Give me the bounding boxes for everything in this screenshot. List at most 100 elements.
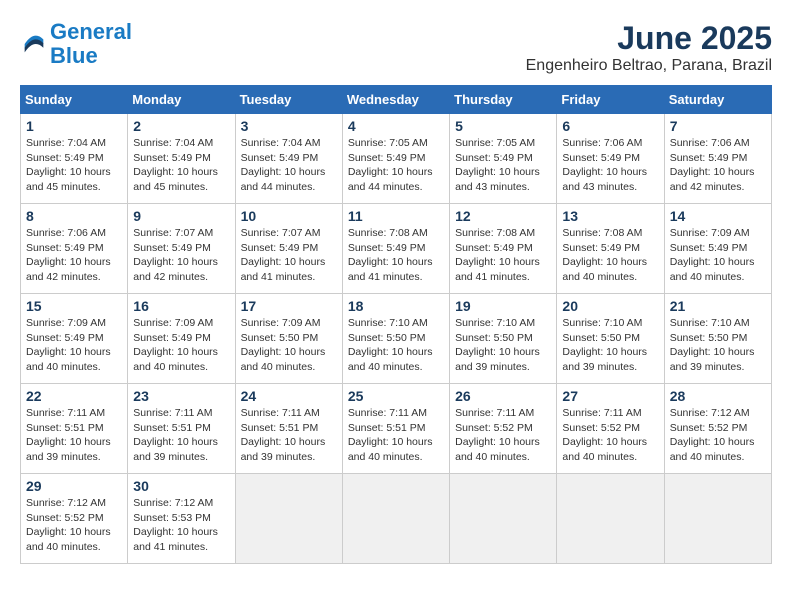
day-info: Sunrise: 7:11 AMSunset: 5:52 PMDaylight:… (455, 406, 551, 465)
calendar-day-cell: 4 Sunrise: 7:05 AMSunset: 5:49 PMDaylight… (342, 114, 449, 204)
month-title: June 2025 (526, 20, 772, 57)
calendar-header-row: SundayMondayTuesdayWednesdayThursdayFrid… (21, 86, 772, 114)
day-number: 15 (26, 298, 122, 314)
calendar-day-cell: 30 Sunrise: 7:12 AMSunset: 5:53 PMDayligh… (128, 474, 235, 564)
calendar-day-cell (235, 474, 342, 564)
day-number: 30 (133, 478, 229, 494)
title-block: June 2025 Engenheiro Beltrao, Parana, Br… (526, 20, 772, 75)
calendar-day-cell: 20Sunrise: 7:10 AMSunset: 5:50 PMDayligh… (557, 294, 664, 384)
weekday-header: Monday (128, 86, 235, 114)
calendar-day-cell: 17 Sunrise: 7:09 AMSunset: 5:50 PMDayligh… (235, 294, 342, 384)
calendar-day-cell: 5 Sunrise: 7:05 AMSunset: 5:49 PMDaylight… (450, 114, 557, 204)
calendar-day-cell (342, 474, 449, 564)
day-info: Sunrise: 7:12 AMSunset: 5:53 PMDaylight:… (133, 496, 229, 555)
day-number: 27 (562, 388, 658, 404)
day-info: Sunrise: 7:08 AMSunset: 5:49 PMDaylight:… (562, 226, 658, 285)
day-info: Sunrise: 7:10 AMSunset: 5:50 PMDaylight:… (562, 316, 658, 375)
calendar-day-cell: 10 Sunrise: 7:07 AMSunset: 5:49 PMDayligh… (235, 204, 342, 294)
calendar-table: SundayMondayTuesdayWednesdayThursdayFrid… (20, 85, 772, 564)
calendar-day-cell: 25 Sunrise: 7:11 AMSunset: 5:51 PMDayligh… (342, 384, 449, 474)
day-number: 14 (670, 208, 766, 224)
day-info: Sunrise: 7:04 AMSunset: 5:49 PMDaylight:… (26, 136, 122, 195)
day-info: Sunrise: 7:11 AMSunset: 5:51 PMDaylight:… (26, 406, 122, 465)
day-info: Sunrise: 7:07 AMSunset: 5:49 PMDaylight:… (133, 226, 229, 285)
day-number: 9 (133, 208, 229, 224)
weekday-header: Tuesday (235, 86, 342, 114)
day-number: 23 (133, 388, 229, 404)
day-number: 7 (670, 118, 766, 134)
calendar-day-cell (664, 474, 771, 564)
calendar-day-cell: 18Sunrise: 7:10 AMSunset: 5:50 PMDayligh… (342, 294, 449, 384)
day-info: Sunrise: 7:07 AMSunset: 5:49 PMDaylight:… (241, 226, 337, 285)
calendar-day-cell: 21 Sunrise: 7:10 AMSunset: 5:50 PMDayligh… (664, 294, 771, 384)
day-number: 12 (455, 208, 551, 224)
weekday-header: Saturday (664, 86, 771, 114)
day-number: 19 (455, 298, 551, 314)
day-number: 3 (241, 118, 337, 134)
day-info: Sunrise: 7:11 AMSunset: 5:51 PMDaylight:… (241, 406, 337, 465)
logo-icon (20, 30, 48, 58)
calendar-week-row: 29Sunrise: 7:12 AMSunset: 5:52 PMDayligh… (21, 474, 772, 564)
day-number: 28 (670, 388, 766, 404)
day-number: 5 (455, 118, 551, 134)
day-number: 25 (348, 388, 444, 404)
day-number: 21 (670, 298, 766, 314)
location-title: Engenheiro Beltrao, Parana, Brazil (526, 57, 772, 75)
calendar-day-cell: 12 Sunrise: 7:08 AMSunset: 5:49 PMDayligh… (450, 204, 557, 294)
calendar-day-cell: 26 Sunrise: 7:11 AMSunset: 5:52 PMDayligh… (450, 384, 557, 474)
day-info: Sunrise: 7:11 AMSunset: 5:52 PMDaylight:… (562, 406, 658, 465)
day-number: 17 (241, 298, 337, 314)
calendar-day-cell: 19Sunrise: 7:10 AMSunset: 5:50 PMDayligh… (450, 294, 557, 384)
day-info: Sunrise: 7:12 AMSunset: 5:52 PMDaylight:… (26, 496, 122, 555)
day-number: 10 (241, 208, 337, 224)
day-info: Sunrise: 7:12 AMSunset: 5:52 PMDaylight:… (670, 406, 766, 465)
day-number: 2 (133, 118, 229, 134)
calendar-day-cell: 22 Sunrise: 7:11 AMSunset: 5:51 PMDayligh… (21, 384, 128, 474)
calendar-day-cell: 8 Sunrise: 7:06 AMSunset: 5:49 PMDaylight… (21, 204, 128, 294)
weekday-header: Friday (557, 86, 664, 114)
calendar-day-cell: 15 Sunrise: 7:09 AMSunset: 5:49 PMDayligh… (21, 294, 128, 384)
day-info: Sunrise: 7:10 AMSunset: 5:50 PMDaylight:… (670, 316, 766, 375)
calendar-week-row: 22 Sunrise: 7:11 AMSunset: 5:51 PMDayligh… (21, 384, 772, 474)
logo: General Blue (20, 20, 132, 68)
day-number: 8 (26, 208, 122, 224)
calendar-week-row: 8 Sunrise: 7:06 AMSunset: 5:49 PMDaylight… (21, 204, 772, 294)
calendar-day-cell: 3Sunrise: 7:04 AMSunset: 5:49 PMDaylight… (235, 114, 342, 204)
day-info: Sunrise: 7:09 AMSunset: 5:50 PMDaylight:… (241, 316, 337, 375)
day-number: 4 (348, 118, 444, 134)
day-info: Sunrise: 7:09 AMSunset: 5:49 PMDaylight:… (26, 316, 122, 375)
calendar-day-cell: 23Sunrise: 7:11 AMSunset: 5:51 PMDayligh… (128, 384, 235, 474)
calendar-week-row: 15 Sunrise: 7:09 AMSunset: 5:49 PMDayligh… (21, 294, 772, 384)
calendar-day-cell: 27 Sunrise: 7:11 AMSunset: 5:52 PMDayligh… (557, 384, 664, 474)
calendar-day-cell: 1 Sunrise: 7:04 AMSunset: 5:49 PMDaylight… (21, 114, 128, 204)
calendar-day-cell: 11Sunrise: 7:08 AMSunset: 5:49 PMDayligh… (342, 204, 449, 294)
day-info: Sunrise: 7:11 AMSunset: 5:51 PMDaylight:… (348, 406, 444, 465)
day-info: Sunrise: 7:05 AMSunset: 5:49 PMDaylight:… (348, 136, 444, 195)
calendar-day-cell: 16Sunrise: 7:09 AMSunset: 5:49 PMDayligh… (128, 294, 235, 384)
day-info: Sunrise: 7:08 AMSunset: 5:49 PMDaylight:… (348, 226, 444, 285)
day-info: Sunrise: 7:06 AMSunset: 5:49 PMDaylight:… (670, 136, 766, 195)
calendar-day-cell: 9 Sunrise: 7:07 AMSunset: 5:49 PMDaylight… (128, 204, 235, 294)
day-info: Sunrise: 7:09 AMSunset: 5:49 PMDaylight:… (133, 316, 229, 375)
calendar-day-cell: 7 Sunrise: 7:06 AMSunset: 5:49 PMDaylight… (664, 114, 771, 204)
day-info: Sunrise: 7:06 AMSunset: 5:49 PMDaylight:… (26, 226, 122, 285)
calendar-day-cell: 14Sunrise: 7:09 AMSunset: 5:49 PMDayligh… (664, 204, 771, 294)
day-number: 1 (26, 118, 122, 134)
calendar-day-cell: 28 Sunrise: 7:12 AMSunset: 5:52 PMDayligh… (664, 384, 771, 474)
day-info: Sunrise: 7:08 AMSunset: 5:49 PMDaylight:… (455, 226, 551, 285)
calendar-week-row: 1 Sunrise: 7:04 AMSunset: 5:49 PMDaylight… (21, 114, 772, 204)
calendar-day-cell: 2 Sunrise: 7:04 AMSunset: 5:49 PMDaylight… (128, 114, 235, 204)
weekday-header: Wednesday (342, 86, 449, 114)
day-number: 6 (562, 118, 658, 134)
calendar-day-cell (450, 474, 557, 564)
calendar-day-cell (557, 474, 664, 564)
day-number: 22 (26, 388, 122, 404)
day-number: 26 (455, 388, 551, 404)
day-info: Sunrise: 7:05 AMSunset: 5:49 PMDaylight:… (455, 136, 551, 195)
calendar-day-cell: 24Sunrise: 7:11 AMSunset: 5:51 PMDayligh… (235, 384, 342, 474)
day-info: Sunrise: 7:04 AMSunset: 5:49 PMDaylight:… (133, 136, 229, 195)
day-number: 13 (562, 208, 658, 224)
calendar-day-cell: 29Sunrise: 7:12 AMSunset: 5:52 PMDayligh… (21, 474, 128, 564)
day-info: Sunrise: 7:06 AMSunset: 5:49 PMDaylight:… (562, 136, 658, 195)
weekday-header: Thursday (450, 86, 557, 114)
